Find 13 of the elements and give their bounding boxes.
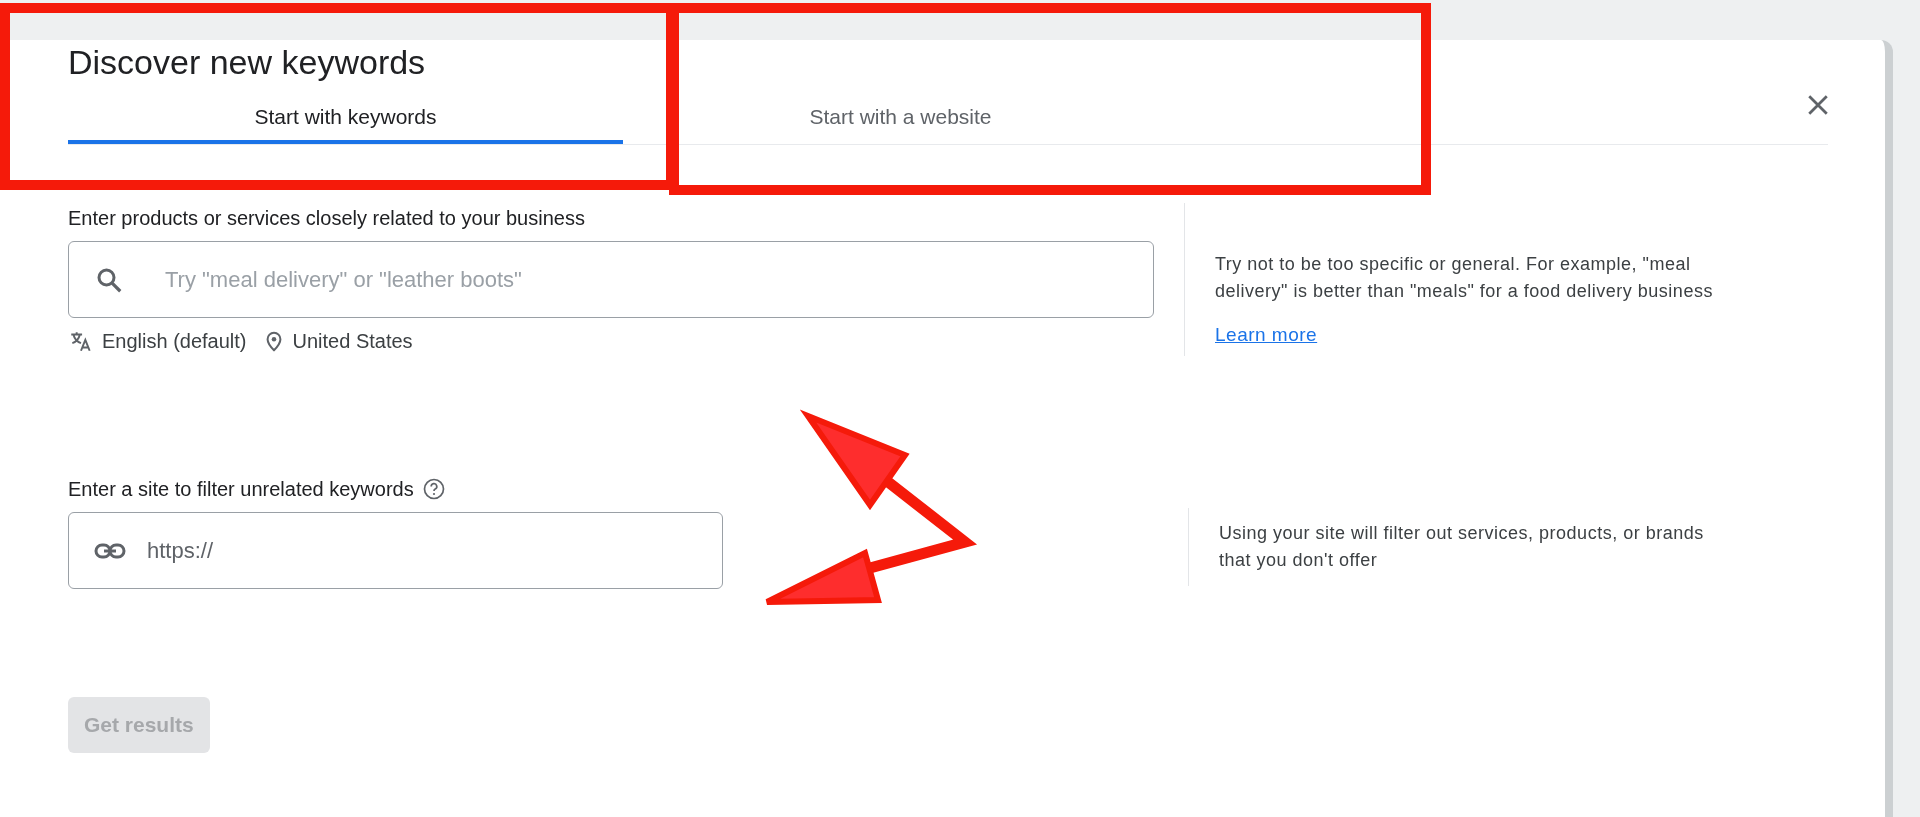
dialog-title: Discover new keywords — [68, 42, 426, 83]
url-field[interactable]: https:// — [68, 512, 723, 589]
search-field[interactable]: Try "meal delivery" or "leather boots" — [68, 241, 1154, 318]
tab[interactable]: Start with keywords — [68, 94, 623, 144]
location-setting[interactable]: United States — [292, 326, 413, 356]
field-label: Enter a site to filter unrelated keywords — [68, 477, 414, 502]
field-label: Enter products or services closely related to your business — [68, 206, 586, 231]
language-setting[interactable]: English (default) — [102, 326, 247, 356]
help-icon[interactable] — [421, 477, 446, 501]
hint-text: Try not to be too specific or general. For example, "meal delivery" is better than "meals" for a food delivery business — [1215, 253, 1714, 303]
hint-text: Using your site will filter out services, products, or brands that you don't offer — [1219, 522, 1705, 572]
tab[interactable]: Start with a website — [623, 94, 1178, 144]
learn-more-link[interactable]: Learn more — [1215, 321, 1318, 350]
